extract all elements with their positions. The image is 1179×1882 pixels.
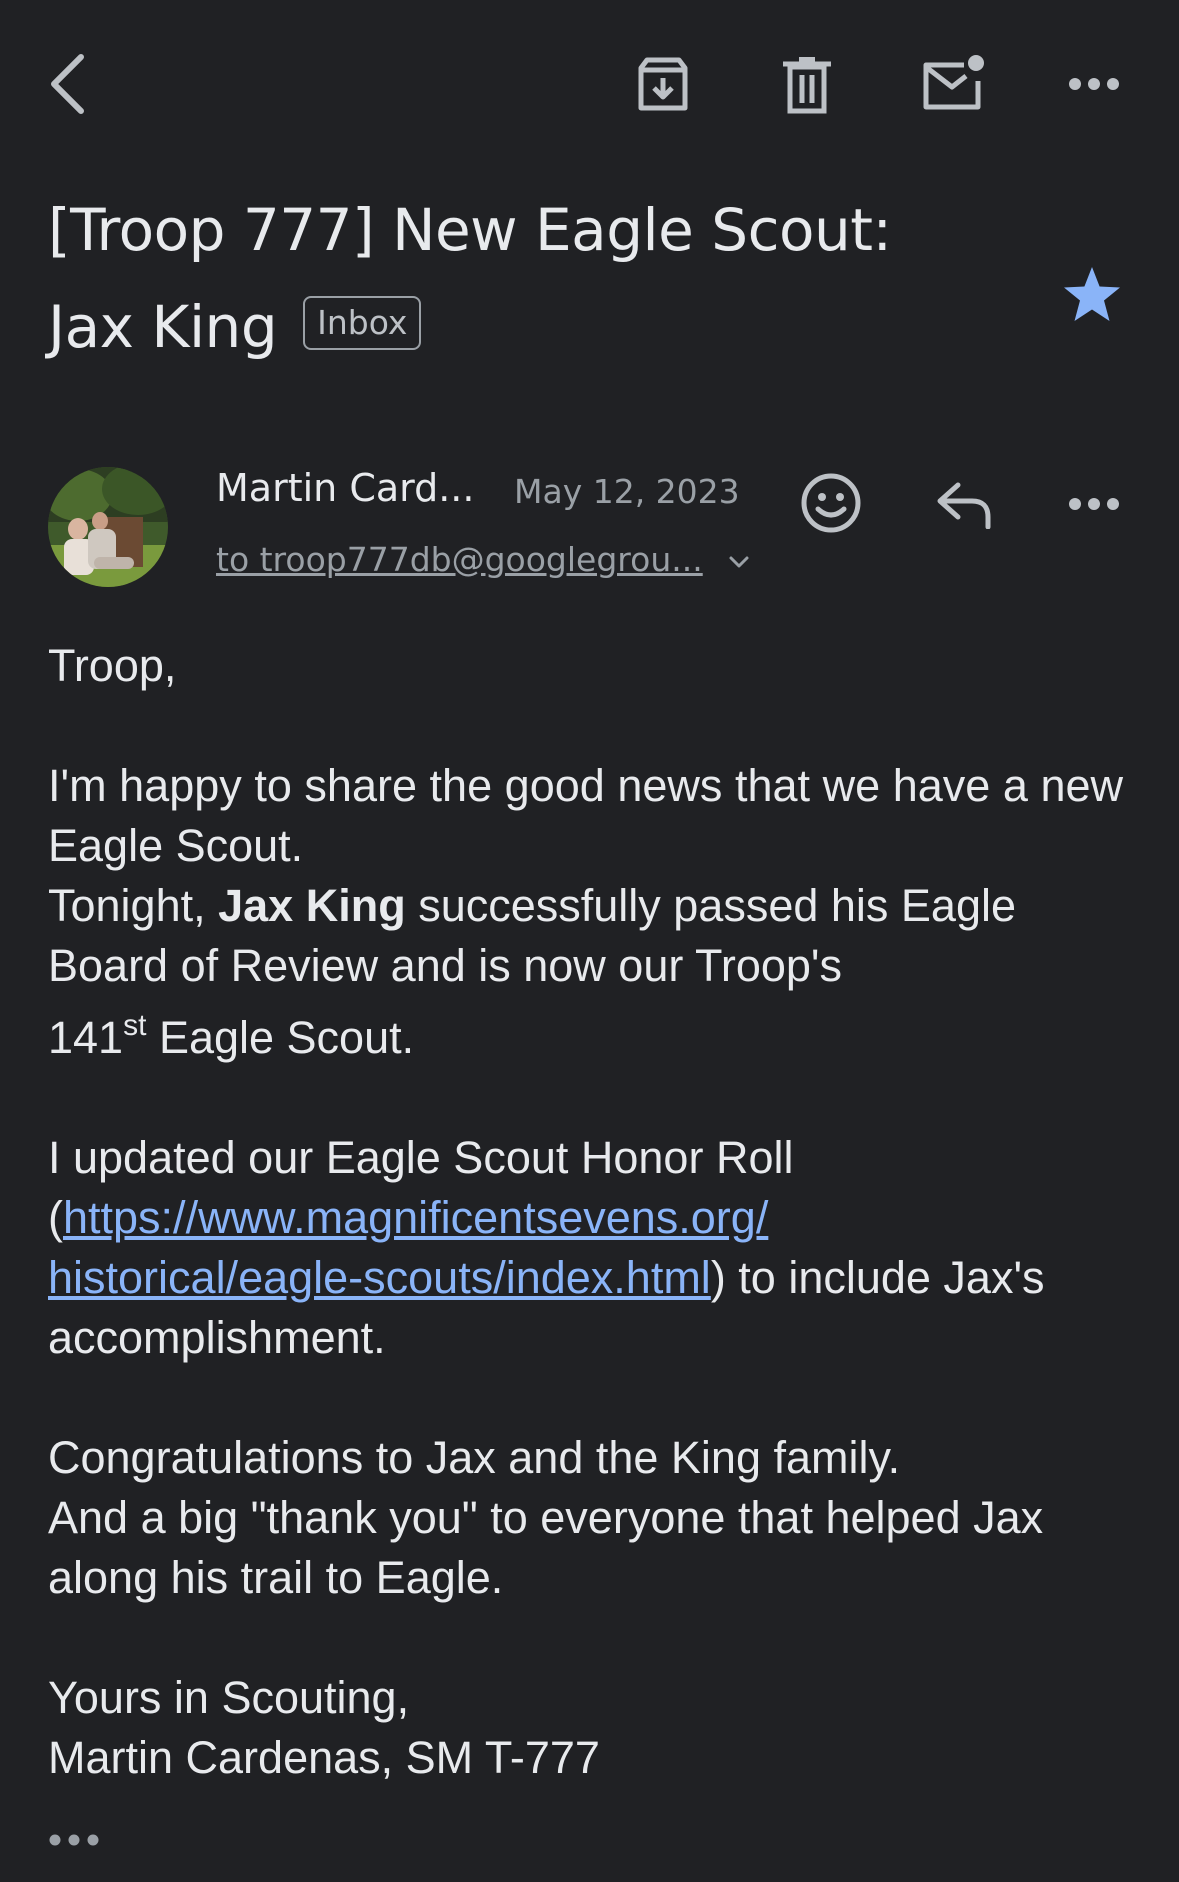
body-paragraph-4: I updated our Eagle Scout Honor Roll (ht… (48, 1132, 1045, 1363)
signature-name: Martin Cardenas, SM T-777 (48, 1732, 600, 1783)
mark-unread-button[interactable] (914, 48, 990, 118)
sender-avatar[interactable] (48, 467, 168, 587)
body-greeting: Troop, (48, 640, 177, 691)
subject-line-1: [Troop 777] New Eagle Scout: (48, 196, 892, 264)
subject-line-2: Jax King (48, 293, 278, 361)
body-paragraph-5: Congratulations to Jax and the King fami… (48, 1432, 901, 1483)
inbox-label-badge[interactable]: Inbox (303, 295, 422, 350)
body-paragraph-1: I'm happy to share the good news that we… (48, 760, 1123, 871)
email-subject: [Troop 777] New Eagle Scout: Jax King Inb… (48, 182, 968, 376)
archive-icon (638, 57, 688, 111)
chevron-left-icon (51, 54, 84, 114)
back-button[interactable] (40, 46, 94, 122)
email-body: Troop, I'm happy to share the good news … (48, 636, 1128, 1788)
signature-closing: Yours in Scouting, (48, 1672, 410, 1723)
emoji-icon (801, 473, 861, 533)
reply-button[interactable] (930, 470, 1000, 540)
message-more-button[interactable] (1064, 484, 1124, 524)
more-horizontal-icon (1069, 78, 1119, 90)
delete-button[interactable] (772, 50, 842, 120)
trash-icon (783, 57, 831, 114)
reply-icon (937, 482, 991, 529)
body-paragraph-2: Tonight, Jax King successfully passed hi… (48, 880, 1016, 991)
sent-date: May 12, 2023 (514, 472, 740, 511)
body-paragraph-3: 141st Eagle Scout. (48, 1009, 415, 1064)
chevron-down-icon[interactable] (726, 550, 752, 576)
star-icon (1064, 267, 1120, 321)
more-horizontal-icon (1069, 498, 1119, 510)
add-reaction-button[interactable] (796, 468, 866, 538)
star-button[interactable] (1060, 262, 1124, 326)
body-paragraph-6: And a big "thank you" to everyone that h… (48, 1492, 1044, 1603)
honor-roll-link-continued[interactable]: historical/eagle-scouts/index.html (48, 1252, 711, 1303)
honor-roll-link[interactable]: https://www.magnificentsevens.org/ (63, 1192, 768, 1243)
recipient-details[interactable]: to troop777db@googlegrou... (216, 540, 703, 579)
mail-unread-icon (923, 55, 984, 110)
show-trimmed-content-button[interactable] (48, 1820, 108, 1860)
archive-button[interactable] (628, 50, 698, 120)
more-options-button[interactable] (1064, 64, 1124, 104)
scout-name: Jax King (218, 880, 406, 931)
sender-name[interactable]: Martin Card... (216, 466, 474, 510)
more-horizontal-icon (49, 1834, 99, 1846)
